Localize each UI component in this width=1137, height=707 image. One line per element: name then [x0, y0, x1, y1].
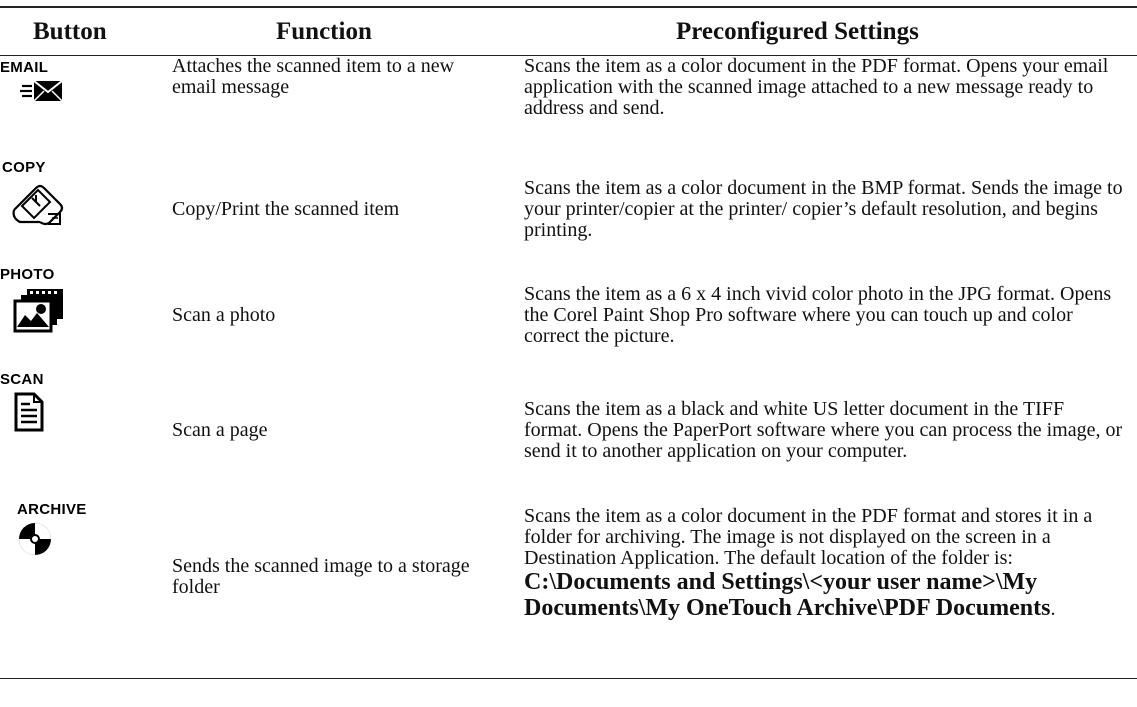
- header-button: Button: [33, 17, 107, 45]
- settings-cell-archive: Scans the item as a color document in th…: [506, 492, 1137, 679]
- scan-document-icon: [14, 392, 44, 432]
- copy-button-label: COPY: [2, 159, 46, 176]
- scan-button-label: SCAN: [0, 371, 44, 388]
- button-cell-copy: COPY: [0, 156, 154, 263]
- settings-text-email: Scans the item as a color document in th…: [524, 55, 1109, 119]
- function-cell-archive: Sends the scanned image to a storage fol…: [154, 492, 506, 679]
- function-cell-copy: Copy/Print the scanned item: [154, 156, 506, 263]
- button-cell-photo: PHOTO: [0, 263, 154, 368]
- button-cell-scan: SCAN: [0, 368, 154, 492]
- settings-text-scan: Scans the item as a black and white US l…: [524, 397, 1123, 462]
- email-icon: [20, 80, 63, 102]
- table-header-row: Button Function Preconfigured Settings: [0, 7, 1137, 56]
- archive-button-label: ARCHIVE: [17, 501, 87, 518]
- function-cell-photo: Scan a photo: [154, 263, 506, 368]
- copy-icon: [12, 184, 64, 226]
- archive-folder-path: C:\Documents and Settings\<your user nam…: [524, 569, 1051, 621]
- function-text-scan: Scan a page: [172, 418, 268, 441]
- function-text-copy: Copy/Print the scanned item: [172, 198, 400, 220]
- table-row-scan: SCAN Scan a page Scans the item as a bla…: [0, 368, 1137, 492]
- function-cell-email: Attaches the scanned item to a new email…: [154, 56, 506, 157]
- function-cell-scan: Scan a page: [154, 368, 506, 492]
- button-settings-table: Button Function Preconfigured Settings E…: [0, 6, 1137, 679]
- document-page: Button Function Preconfigured Settings E…: [0, 0, 1137, 707]
- button-cell-email: EMAIL: [0, 56, 154, 157]
- table-row-photo: PHOTO Scan a photo Scans the item as a 6…: [0, 263, 1137, 368]
- photo-button-label: PHOTO: [0, 266, 55, 283]
- button-cell-archive: ARCHIVE: [0, 492, 154, 679]
- settings-cell-photo: Scans the item as a 6 x 4 inch vivid col…: [506, 263, 1137, 368]
- settings-cell-scan: Scans the item as a black and white US l…: [506, 368, 1137, 492]
- settings-cell-email: Scans the item as a color document in th…: [506, 56, 1137, 157]
- table-row-email: EMAIL Attaches the scanned item to a new…: [0, 56, 1137, 157]
- email-button-label: EMAIL: [0, 59, 49, 76]
- settings-cell-copy: Scans the item as a color document in th…: [506, 156, 1137, 263]
- header-function: Function: [276, 17, 372, 45]
- header-settings: Preconfigured Settings: [676, 17, 919, 45]
- settings-text-archive-end: .: [1050, 598, 1056, 620]
- function-text-photo: Scan a photo: [172, 304, 276, 326]
- archive-disc-icon: [19, 523, 51, 555]
- settings-text-archive: Scans the item as a color document in th…: [524, 505, 1093, 569]
- table-row-archive: ARCHIVE Sends the scanned image to a sto…: [0, 492, 1137, 679]
- settings-text-copy: Scans the item as a color document in th…: [524, 177, 1123, 241]
- function-text-email: Attaches the scanned item to a new email…: [172, 55, 455, 98]
- table-row-copy: COPY Copy/Print the scanned item Scans t…: [0, 156, 1137, 263]
- photo-icon: [13, 289, 63, 333]
- settings-text-photo: Scans the item as a 6 x 4 inch vivid col…: [524, 283, 1112, 347]
- function-text-archive: Sends the scanned image to a storage fol…: [172, 555, 470, 598]
